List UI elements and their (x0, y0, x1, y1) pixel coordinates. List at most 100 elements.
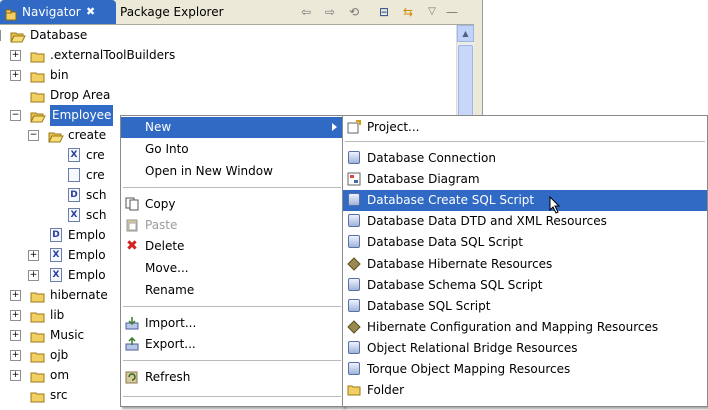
context-menu-item-label: New (145, 120, 172, 134)
tab-navigator-label: Navigator (22, 5, 81, 19)
collapse-all-icon[interactable]: ⊟ (376, 4, 392, 20)
link-with-editor-icon[interactable]: ⇆ (400, 4, 416, 20)
context-menu-item[interactable]: Import... (121, 313, 343, 334)
file-icon: X (50, 268, 62, 282)
forward-icon[interactable]: ⇨ (322, 4, 338, 20)
new-submenu-item[interactable]: Database Data DTD and XML Resources (343, 211, 707, 232)
new-submenu-item[interactable]: Object Relational Bridge Resources (343, 338, 707, 359)
tree-item-label: Employee (50, 105, 114, 126)
context-menu-item[interactable]: ✖ Delete (121, 236, 343, 257)
new-submenu-item-label: Database SQL Script (367, 299, 491, 313)
context-menu-item-label: Move... (145, 261, 189, 275)
tree-item-label: cre (86, 168, 105, 182)
database-icon (347, 299, 361, 313)
hibernate-icon (347, 257, 361, 271)
view-menu-icon[interactable]: ▽ (424, 4, 440, 20)
file-icon: X (68, 148, 80, 162)
new-submenu-item[interactable]: Database Hibernate Resources (343, 254, 707, 275)
context-menu-item[interactable]: Move... (121, 258, 343, 279)
tree-item-label: sch (86, 208, 107, 222)
context-menu-item-label: Paste (145, 218, 178, 232)
new-submenu-item-label: Database Diagram (367, 172, 480, 186)
context-menu-item-label: Delete (145, 239, 185, 253)
tree-item-label: ojb (50, 348, 69, 362)
collapse-icon[interactable]: − (10, 110, 21, 121)
new-submenu-item[interactable]: Database Connection (343, 148, 707, 169)
open-folder-icon (10, 29, 26, 43)
context-menu-item-label: Export... (145, 337, 196, 351)
menu-separator (123, 360, 341, 361)
go-up-icon[interactable]: ⟲ (346, 4, 362, 20)
tab-package-explorer[interactable]: Package Explorer (112, 0, 232, 24)
mouse-cursor-icon (549, 195, 561, 217)
new-submenu-item[interactable]: Torque Object Mapping Resources (343, 359, 707, 380)
copy-icon (125, 197, 139, 211)
new-submenu-item[interactable]: Database Schema SQL Script (343, 275, 707, 296)
file-icon: D (68, 188, 80, 202)
context-menu-item[interactable]: New (121, 117, 343, 138)
expand-icon[interactable]: + (10, 350, 21, 361)
expand-icon[interactable]: + (10, 330, 21, 341)
folder-icon (30, 49, 46, 63)
context-menu-item[interactable]: Paste (121, 215, 343, 236)
new-submenu: Project... Database Connection Database Di… (342, 115, 708, 407)
new-submenu-item[interactable]: Folder (343, 380, 707, 401)
tree-row[interactable]: + bin (0, 65, 456, 86)
tab-navigator[interactable]: Navigator ✖ (0, 0, 116, 24)
new-submenu-item[interactable]: Database Create SQL Script (343, 190, 707, 211)
context-menu-item-label: Open in New Window (145, 164, 273, 178)
context-menu-item[interactable]: Export... (121, 334, 343, 355)
tree-item-label: bin (50, 68, 69, 82)
new-submenu-item-label: Torque Object Mapping Resources (367, 362, 571, 376)
database-icon (347, 235, 361, 249)
collapse-icon[interactable]: − (28, 130, 39, 141)
tree-item-label: hibernate (50, 288, 108, 302)
context-menu-item[interactable]: Open in New Window (121, 161, 343, 182)
new-submenu-item[interactable]: Hibernate Configuration and Mapping Reso… (343, 317, 707, 338)
folder-icon (30, 349, 46, 363)
back-icon[interactable]: ⇦ (298, 4, 314, 20)
expand-icon[interactable]: + (10, 310, 21, 321)
paste-icon (125, 218, 139, 232)
folder-icon (30, 329, 46, 343)
collapse-icon[interactable]: − (0, 30, 1, 41)
new-submenu-item[interactable]: Project... (343, 117, 707, 138)
export-icon (125, 336, 139, 351)
context-menu-item-label: Rename (145, 283, 195, 297)
expand-icon[interactable]: + (10, 370, 21, 381)
context-menu-item[interactable]: Copy (121, 194, 343, 215)
menu-separator (345, 141, 705, 142)
tree-item-label: create (68, 128, 107, 142)
file-icon: X (50, 248, 62, 262)
context-menu-item[interactable]: Go Into (121, 139, 343, 160)
tree-item-label: om (50, 368, 70, 382)
folder-icon (30, 389, 46, 403)
new-submenu-item[interactable]: Database Diagram (343, 169, 707, 190)
context-menu-item[interactable]: Rename (121, 280, 343, 301)
expand-icon[interactable]: + (10, 70, 21, 81)
new-submenu-item[interactable]: Database Data SQL Script (343, 232, 707, 253)
close-icon[interactable]: ✖ (86, 0, 95, 24)
tab-package-explorer-label: Package Explorer (120, 5, 224, 19)
new-project-icon (347, 120, 361, 134)
submenu-arrow-icon (332, 123, 337, 131)
view-tab-bar: Navigator ✖ Package Explorer ⇦ ⇨ ⟲ ⊟ ⇆ ▽… (0, 0, 474, 25)
new-submenu-item-label: Database Data DTD and XML Resources (367, 214, 607, 228)
minimize-icon[interactable]: — (444, 4, 460, 20)
context-menu-item-label: Go Into (145, 142, 189, 156)
database-icon (347, 193, 361, 207)
expand-icon[interactable]: + (28, 250, 39, 261)
scroll-up-icon[interactable]: ▲ (457, 25, 474, 42)
tree-row[interactable]: − Database (0, 25, 456, 46)
new-submenu-item[interactable]: Database SQL Script (343, 296, 707, 317)
menu-separator (123, 396, 341, 397)
tree-row[interactable]: Drop Area (0, 85, 456, 106)
tree-row[interactable]: + .externalToolBuilders (0, 45, 456, 66)
expand-icon[interactable]: + (10, 50, 21, 61)
expand-icon[interactable]: + (10, 290, 21, 301)
folder-icon (30, 369, 46, 383)
tree-item-label: Emplo (68, 248, 106, 262)
context-menu-item[interactable]: Refresh (121, 367, 343, 388)
import-icon (125, 316, 139, 330)
expand-icon[interactable]: + (28, 270, 39, 281)
